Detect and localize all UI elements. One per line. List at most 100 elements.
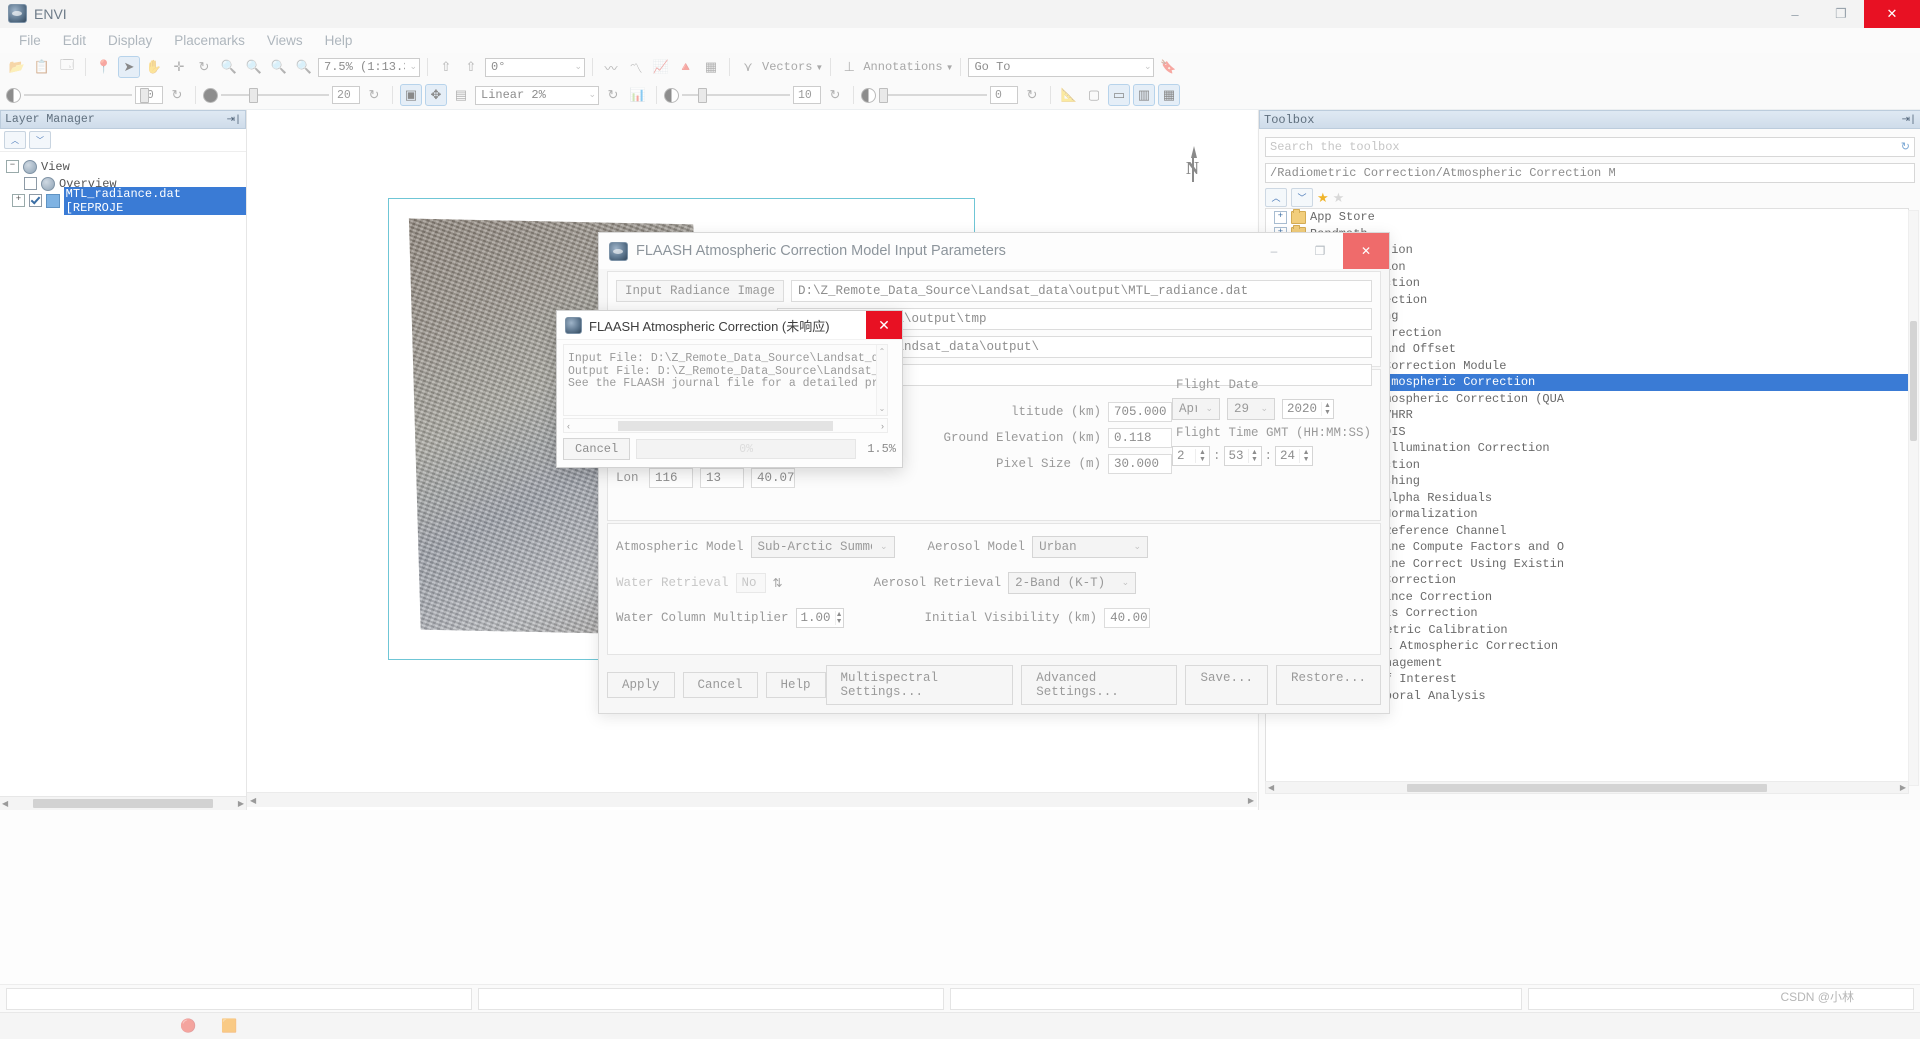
toolbox-hscroll-thumb[interactable] [1407,783,1767,792]
toolbox-vscrollbar[interactable] [1908,210,1919,786]
taskbar-icon-2[interactable]: 🟧 [221,1018,238,1035]
rotate-icon[interactable]: ↻ [193,56,215,78]
view-scroll-right-icon[interactable]: ▶ [1248,796,1254,805]
flight-hour-spinner[interactable]: 2 ▲ ▼ [1172,446,1210,466]
input-radiance-button[interactable]: Input Radiance Image [616,280,785,302]
lon-minutes-input[interactable]: 13 [700,468,744,488]
input-radiance-value[interactable]: D:\Z_Remote_Data_Source\Landsat_data\out… [791,280,1372,302]
expander-icon-2[interactable]: + [12,194,25,207]
multispectral-settings-button[interactable]: Multispectral Settings... [825,665,1014,705]
multi-view-icon[interactable]: ▦ [1158,84,1180,106]
sensor-altitude-input[interactable]: 705.000 [1108,402,1172,422]
toolbox-path-field[interactable]: /Radiometric Correction/Atmospheric Corr… [1265,163,1915,183]
annotations-icon[interactable]: ⊥ [838,56,860,78]
flaash-parameters-dialog[interactable]: FLAASH Atmospheric Correction Model Inpu… [598,232,1390,714]
zoom-to-box-icon[interactable]: 🔍 [293,56,315,78]
crop-icon[interactable]: 🗔 [56,56,78,78]
flight-month-select[interactable]: Apr ⌄ [1172,398,1220,420]
flight-minute-spinner[interactable]: 53 ▲ ▼ [1223,446,1262,466]
flaash-cancel-button[interactable]: Cancel [682,672,758,698]
toolbox-collapse-icon[interactable]: ︿ [1265,188,1287,207]
stretch-reset-icon[interactable]: ↻ [602,84,624,106]
tree-item-view[interactable]: − View [4,158,246,175]
help-button[interactable]: Help [765,672,826,698]
portal-icon[interactable]: ▢ [1083,84,1105,106]
expand-all-icon[interactable]: ﹀ [29,131,51,149]
placemark-pin-icon[interactable]: 📍 [93,56,115,78]
lon-seconds-input[interactable]: 40.07 [751,468,795,488]
brightness-slider[interactable] [24,86,149,104]
toolbox-pin-icon[interactable]: ⇥| [1902,114,1916,126]
contrast-reset-icon[interactable]: ↻ [363,84,385,106]
spinner-arrows-icon-ss[interactable]: ▲ ▼ [1299,449,1312,463]
apply-button[interactable]: Apply [607,672,675,698]
zoom-in-icon[interactable]: 🔍 [243,56,265,78]
initial-visibility-input[interactable]: 40.00 [1104,608,1151,628]
vectors-chevron-icon[interactable]: ▼ [815,63,823,72]
progress-log-vscrollbar[interactable]: ⌃ ⌄ [876,345,887,415]
lon-degrees-input[interactable]: 116 [649,468,693,488]
sharpen-value[interactable]: 10 [793,86,821,104]
scroll-up-icon[interactable]: ⌃ [879,347,886,356]
menu-help[interactable]: Help [314,30,364,51]
transparency-value[interactable]: 0 [990,86,1018,104]
annotations-label[interactable]: Annotations [863,60,942,74]
stretch-combo[interactable]: Linear 2% ⌄ [475,85,599,105]
vectors-icon[interactable]: ⋎ [737,56,759,78]
flaash-maximize-button[interactable]: ❐ [1297,233,1343,269]
histogram-stretch-icon[interactable]: 📊 [627,84,649,106]
expander-icon[interactable]: + [1274,210,1287,224]
map-view-hscrollbar[interactable]: ◀ ▶ [247,792,1257,807]
spinner-arrows-icon-hh[interactable]: ▲ ▼ [1195,449,1209,463]
flaash-close-button[interactable]: ✕ [1343,233,1389,269]
view-scroll-left-icon[interactable]: ◀ [250,796,256,805]
goto-search-icon[interactable]: 🔖 [1157,56,1179,78]
expander-icon[interactable]: − [6,160,19,173]
maximize-button[interactable]: ❐ [1818,0,1864,28]
scroll-left-icon[interactable]: ◀ [2,799,8,808]
contrast-value[interactable]: 20 [332,86,360,104]
flight-day-select[interactable]: 29 ⌄ [1227,398,1275,420]
toolbox-search-input[interactable]: Search the toolbox ↻ [1265,137,1915,157]
zoom-out-icon[interactable]: 🔍 [268,56,290,78]
toolbox-expand-icon[interactable]: ﹀ [1291,188,1313,207]
atmospheric-model-select[interactable]: Sub-Arctic Summer ⌄ [750,536,895,558]
stretch-region-icon[interactable]: ▣ [400,84,422,106]
close-button[interactable]: ✕ [1864,0,1920,28]
north-up-icon[interactable]: ⇧ [435,56,457,78]
brightness-reset-icon[interactable]: ↻ [166,84,188,106]
menu-edit[interactable]: Edit [52,30,97,51]
toolbox-scroll-right-icon[interactable]: ▶ [1900,783,1906,792]
move-crosshair-icon[interactable]: ✛ [168,56,190,78]
menu-views[interactable]: Views [256,30,314,51]
water-retrieval-toggle-icon[interactable]: ⇅ [773,576,783,590]
rotate-north-icon[interactable]: ⇧ [460,56,482,78]
vectors-label[interactable]: Vectors [762,60,812,74]
toolbox-vscroll-thumb[interactable] [1910,321,1917,441]
restore-settings-button[interactable]: Restore... [1275,665,1381,705]
sharpen-reset-icon[interactable]: ↻ [824,84,846,106]
progress-close-button[interactable]: ✕ [866,311,902,339]
water-column-spinner[interactable]: 1.00 ▲ ▼ [795,608,844,628]
contrast-slider[interactable] [221,86,329,104]
sharpen-slider[interactable] [682,86,790,104]
split-view-icon[interactable]: ▥ [1133,84,1155,106]
roi-tool-icon[interactable]: 🔺 [675,56,697,78]
layer-manager-hscrollbar[interactable]: ◀ ▶ [0,796,246,810]
transparency-reset-icon[interactable]: ↻ [1021,84,1043,106]
refresh-icon[interactable]: ↻ [1901,140,1910,154]
favorite-star-outline-icon[interactable]: ★ [1333,190,1345,206]
single-view-icon[interactable]: ▭ [1108,84,1130,106]
zoom-fit-icon[interactable]: 🔍 [218,56,240,78]
advanced-settings-button[interactable]: Advanced Settings... [1021,665,1178,705]
select-cursor-icon[interactable]: ➤ [118,56,140,78]
band-selector-icon[interactable]: ▦ [700,56,722,78]
menu-placemarks[interactable]: Placemarks [163,30,256,51]
multi-profile-icon[interactable]: 〽 [625,56,647,78]
menu-file[interactable]: File [8,30,52,51]
goto-input[interactable]: Go To ⌄ [968,57,1155,77]
flight-second-spinner[interactable]: 24 ▲ ▼ [1275,446,1314,466]
aerosol-retrieval-select[interactable]: 2-Band (K-T) ⌄ [1008,572,1137,594]
stretch-refresh-icon[interactable]: ✥ [425,84,447,106]
transparency-slider[interactable] [879,86,987,104]
